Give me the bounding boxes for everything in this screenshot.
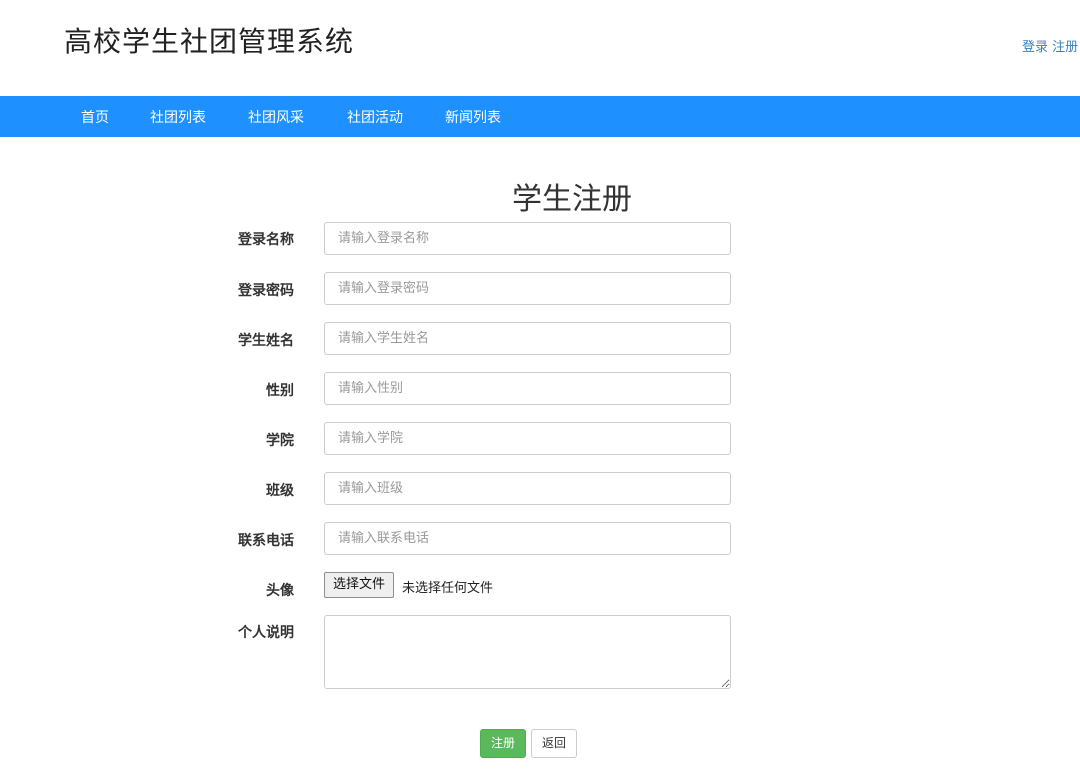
login-name-input[interactable] — [324, 222, 731, 255]
nav-club-showcase[interactable]: 社团风采 — [248, 107, 304, 127]
login-link[interactable]: 登录 — [1022, 40, 1048, 55]
site-title: 高校学生社团管理系统 — [64, 25, 355, 58]
student-name-input[interactable] — [324, 322, 731, 355]
avatar-label: 头像 — [266, 583, 294, 599]
college-label: 学院 — [266, 433, 294, 449]
password-input[interactable] — [324, 272, 731, 305]
register-button[interactable]: 注册 — [480, 729, 526, 758]
gender-label: 性别 — [266, 383, 294, 399]
file-status-text: 未选择任何文件 — [402, 581, 494, 596]
auth-links: 登录 注册 — [1022, 36, 1078, 55]
back-button[interactable]: 返回 — [531, 729, 577, 758]
page-title: 学生注册 — [512, 182, 632, 217]
description-label: 个人说明 — [238, 625, 294, 641]
password-label: 登录密码 — [238, 283, 294, 299]
phone-input[interactable] — [324, 522, 731, 555]
login-name-label: 登录名称 — [238, 232, 294, 248]
gender-input[interactable] — [324, 372, 731, 405]
main-nav: 首页 社团列表 社团风采 社团活动 新闻列表 — [0, 96, 1080, 137]
class-label: 班级 — [266, 483, 294, 499]
choose-file-button[interactable]: 选择文件 — [324, 572, 395, 598]
page-header: 高校学生社团管理系统 登录 注册 — [0, 0, 1080, 96]
nav-club-activities[interactable]: 社团活动 — [347, 107, 403, 127]
student-name-label: 学生姓名 — [238, 333, 294, 349]
nav-news-list[interactable]: 新闻列表 — [445, 107, 501, 127]
college-input[interactable] — [324, 422, 731, 455]
description-textarea[interactable] — [324, 615, 731, 689]
nav-home[interactable]: 首页 — [81, 107, 109, 127]
nav-club-list[interactable]: 社团列表 — [150, 107, 206, 127]
register-link[interactable]: 注册 — [1052, 40, 1078, 55]
phone-label: 联系电话 — [238, 533, 294, 549]
class-input[interactable] — [324, 472, 731, 505]
